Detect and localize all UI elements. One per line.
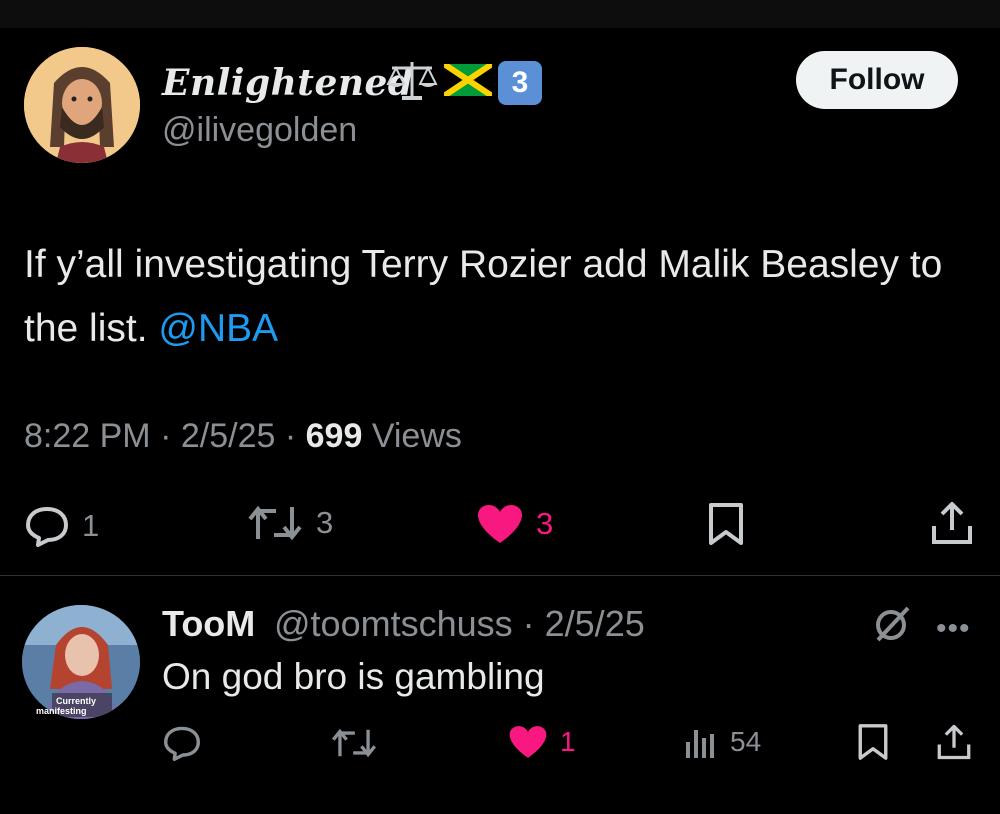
reply-icon: [162, 725, 202, 761]
mention-link[interactable]: @NBA: [158, 307, 278, 350]
keycap-3-icon: 3: [498, 60, 542, 105]
repost-icon: [330, 726, 378, 760]
avatar-caption-line: manifesting: [36, 706, 87, 716]
follow-button[interactable]: Follow: [796, 51, 958, 109]
reply-author-handle[interactable]: @toomtschuss: [274, 603, 513, 644]
like-count: 3: [536, 506, 554, 541]
reply-count: 1: [82, 508, 100, 543]
tweet-text: If y’all investigating Terry Rozier add …: [24, 233, 954, 361]
tweet-date[interactable]: 2/5/25: [181, 417, 276, 455]
repost-icon: [246, 503, 304, 543]
author-badges: 3: [386, 58, 542, 107]
repost-count: 3: [316, 505, 334, 540]
bookmark-icon: [856, 722, 890, 762]
avatar-caption-line: Currently: [56, 696, 97, 706]
tweet-time[interactable]: 8:22 PM: [24, 417, 151, 455]
heart-filled-icon: [508, 724, 548, 760]
bookmark-icon: [706, 501, 746, 547]
jamaica-flag-icon: [442, 61, 494, 101]
share-icon: [930, 500, 974, 546]
repost-button[interactable]: 3: [246, 503, 333, 543]
views-label: Views: [371, 417, 462, 455]
reply-share-button[interactable]: [936, 722, 972, 762]
reply-author-name[interactable]: TooM: [162, 603, 255, 645]
like-button[interactable]: 3: [476, 503, 553, 545]
views-count: 699: [305, 417, 363, 455]
share-button[interactable]: [930, 500, 974, 546]
grok-icon[interactable]: [872, 604, 912, 649]
reply-date[interactable]: 2/5/25: [545, 603, 645, 644]
reply-text: On god bro is gambling: [162, 656, 545, 697]
meta-separator: ·: [284, 417, 306, 455]
analytics-icon: [682, 724, 718, 760]
tweet-meta: 8:22 PM · 2/5/25 · 699 Views: [24, 417, 462, 456]
balance-scale-icon: [386, 58, 438, 107]
bookmark-button[interactable]: [706, 501, 746, 547]
reply-author-meta: @toomtschuss · 2/5/25: [274, 603, 645, 645]
keycap-label: 3: [511, 65, 529, 99]
author-avatar[interactable]: [24, 47, 140, 163]
share-icon: [936, 722, 972, 762]
heart-filled-icon: [476, 503, 524, 545]
divider: [0, 575, 1000, 576]
reply-button[interactable]: 1: [24, 505, 99, 547]
more-options-icon[interactable]: •••: [936, 612, 971, 646]
top-bar: [0, 0, 1000, 28]
reply-like-count: 1: [560, 726, 576, 757]
author-handle[interactable]: @ilivegolden: [162, 111, 357, 150]
reply-reply-button[interactable]: [162, 725, 202, 761]
reply-view-count: 54: [730, 726, 762, 757]
avatar-caption: Currently manifesting: [36, 696, 96, 716]
meta-separator: ·: [160, 417, 181, 455]
reply-like-button[interactable]: 1: [508, 724, 576, 760]
reply-views-button[interactable]: 54: [682, 724, 761, 760]
reply-bookmark-button[interactable]: [856, 722, 890, 762]
reply-icon: [24, 505, 70, 547]
author-display-name[interactable]: Enlightened: [162, 62, 414, 104]
reply-repost-button[interactable]: [330, 726, 378, 760]
meta-separator: ·: [522, 603, 545, 644]
